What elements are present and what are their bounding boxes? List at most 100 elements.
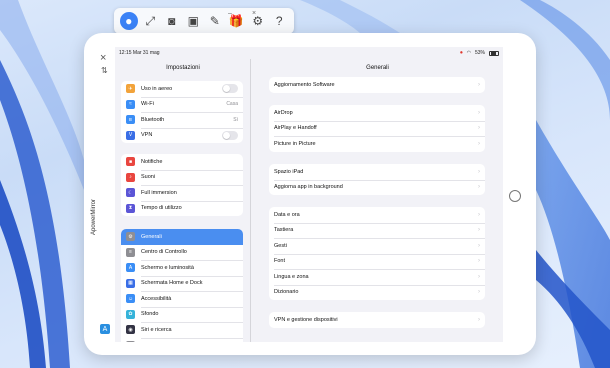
settings-row[interactable]: Gesti › xyxy=(269,238,485,254)
ipad-screen: 12:15 Mar 31 mag ⏺ ◠ 53% Impostazioni ✈ U… xyxy=(115,47,503,342)
chevron-right-icon: › xyxy=(478,211,480,218)
sidebar-item-icon: ✿ xyxy=(126,309,135,319)
sidebar-item[interactable]: ♪ Suoni xyxy=(121,169,243,186)
settings-row[interactable]: Picture in Picture › xyxy=(269,136,485,152)
settings-row[interactable]: Aggiorna app in background › xyxy=(269,179,485,196)
battery-percent: 53% xyxy=(474,50,485,56)
close-icon[interactable]: × xyxy=(100,52,106,64)
pen-icon[interactable]: ✎ xyxy=(206,12,224,30)
sidebar-item-label: Centro di Controllo xyxy=(141,249,187,256)
chevron-right-icon: › xyxy=(478,258,480,265)
settings-row[interactable]: AirPlay e Handoff › xyxy=(269,120,485,137)
chevron-right-icon: › xyxy=(478,227,480,234)
sidebar-group-notifications: ■ Notifiche ♪ Suoni ☾ Full immersion ⧗ Tempo di… xyxy=(121,154,243,216)
settings-row[interactable]: AirDrop › xyxy=(269,105,485,121)
detail-group-vpn: VPN e gestione dispositivi › xyxy=(269,312,485,328)
sidebar-item-label: Bluetooth xyxy=(141,116,165,123)
brand-logo-icon: A xyxy=(100,324,110,334)
sidebar-group-general: ⚙ Generali ≡ Centro di Controllo A Schermo e … xyxy=(121,229,243,342)
sidebar-group-connectivity: ✈ Uso in aereo ≈ Wi-Fi Casa ʙ Bluetooth Sì V VPN xyxy=(121,81,243,143)
settings-row-label: Aggiornamento Software xyxy=(274,81,335,88)
sidebar-item[interactable]: ☺ Accessibilità xyxy=(121,291,243,307)
sidebar-item[interactable]: ☾ Full immersion xyxy=(121,185,243,201)
detail-group-update: Aggiornamento Software › xyxy=(269,77,485,93)
settings-sidebar: Impostazioni ✈ Uso in aereo ≈ Wi-Fi Casa ʙ Blu… xyxy=(115,59,251,342)
detail-title: Generali xyxy=(366,65,389,71)
settings-row-label: Font xyxy=(274,258,286,265)
sidebar-item-label: Sfondo xyxy=(141,311,159,318)
settings-row-label: AirPlay e Handoff xyxy=(274,125,317,132)
settings-detail: Generali Aggiornamento Software › AirDrop… xyxy=(252,59,503,342)
wifi-icon: ◠ xyxy=(466,50,471,56)
chevron-right-icon: › xyxy=(478,125,480,132)
sidebar-item-icon: ◉ xyxy=(126,325,135,335)
settings-row[interactable]: Font › xyxy=(269,253,485,270)
chevron-right-icon: › xyxy=(478,273,480,280)
status-bar: 12:15 Mar 31 mag ⏺ ◠ 53% xyxy=(115,47,503,59)
home-button[interactable] xyxy=(509,190,521,202)
record-icon[interactable]: ▣ xyxy=(184,12,202,30)
sidebar-item[interactable]: ⚙ Generali xyxy=(121,229,243,245)
sidebar-item-value: Casa xyxy=(226,101,238,108)
sidebar-item[interactable]: ≈ Wi-Fi Casa xyxy=(121,96,243,113)
sidebar-item-icon: ■ xyxy=(126,157,135,167)
settings-row-label: Gesti xyxy=(274,242,287,249)
mirror-toolbar: – × ● ⤢ ◙ ▣ ✎ 🎁 ⚙ ? xyxy=(114,8,294,34)
sidebar-item-icon: ⚙ xyxy=(126,232,135,242)
settings-row[interactable]: Aggiornamento Software › xyxy=(269,77,485,93)
brand-label: ApowerMirror xyxy=(91,198,97,235)
chevron-right-icon: › xyxy=(478,140,480,147)
sidebar-item-label: Full immersion xyxy=(141,189,177,196)
sidebar-item[interactable]: ✈ Uso in aereo xyxy=(121,81,243,97)
recording-icon: ⏺ xyxy=(460,50,463,56)
settings-row-label: Lingua e zona xyxy=(274,273,309,280)
rotate-icon[interactable]: ⇅ xyxy=(101,66,108,75)
settings-row[interactable]: Tastiera › xyxy=(269,222,485,239)
sidebar-item-label: Wi-Fi xyxy=(141,101,154,108)
sidebar-item[interactable]: ▦ Schermata Home e Dock xyxy=(121,275,243,292)
chevron-right-icon: › xyxy=(478,316,480,323)
help-icon[interactable]: ? xyxy=(270,12,288,30)
sidebar-item-icon: ☾ xyxy=(126,188,135,198)
sidebar-item-icon: ⧗ xyxy=(126,203,135,213)
sidebar-item-icon: A xyxy=(126,263,135,273)
toggle-switch[interactable] xyxy=(222,84,238,94)
settings-row-label: Picture in Picture xyxy=(274,140,316,147)
user-icon[interactable]: ● xyxy=(119,12,138,30)
chevron-right-icon: › xyxy=(478,242,480,249)
settings-row[interactable]: Dizionario › xyxy=(269,284,485,301)
sidebar-item-label: Schermata Home e Dock xyxy=(141,280,203,287)
screenshot-icon[interactable]: ◙ xyxy=(163,12,181,30)
sidebar-item[interactable]: A Schermo e luminosità xyxy=(121,260,243,276)
detail-group-storage: Spazio iPad › Aggiorna app in background › xyxy=(269,164,485,195)
settings-row[interactable]: Lingua e zona › xyxy=(269,269,485,285)
close-control[interactable]: × xyxy=(252,10,256,17)
chevron-right-icon: › xyxy=(478,109,480,116)
detail-group-regional: Data e ora › Tastiera › Gesti › Font › Lingua e … xyxy=(269,207,485,300)
sidebar-item[interactable]: ◉ Siri e ricerca xyxy=(121,322,243,338)
sidebar-item-icon: ▦ xyxy=(126,278,135,288)
sidebar-item[interactable]: ■ Notifiche xyxy=(121,154,243,170)
sidebar-item[interactable]: ⧗ Tempo di utilizzo xyxy=(121,200,243,217)
settings-row-label: Spazio iPad xyxy=(274,168,304,175)
sidebar-item[interactable]: ʙ Bluetooth Sì xyxy=(121,112,243,128)
sidebar-item[interactable]: ≡ Centro di Controllo xyxy=(121,245,243,261)
sidebar-item-label: Generali xyxy=(141,233,162,240)
sidebar-item[interactable] xyxy=(121,337,243,342)
settings-row[interactable]: VPN e gestione dispositivi › xyxy=(269,312,485,328)
detail-group-airdrop: AirDrop › AirPlay e Handoff › Picture in Pic… xyxy=(269,105,485,152)
minimize-control[interactable]: – xyxy=(228,10,232,17)
sidebar-item[interactable]: ✿ Sfondo xyxy=(121,306,243,323)
sidebar-item-icon: V xyxy=(126,130,135,140)
sidebar-item-label: VPN xyxy=(141,132,153,139)
toggle-switch[interactable] xyxy=(222,130,238,140)
sidebar-item-icon: ☺ xyxy=(126,294,135,304)
sidebar-item[interactable]: V VPN xyxy=(121,127,243,144)
sidebar-item-label: Siri e ricerca xyxy=(141,326,172,333)
fullscreen-icon[interactable]: ⤢ xyxy=(141,12,159,30)
settings-row[interactable]: Spazio iPad › xyxy=(269,164,485,180)
settings-row-label: AirDrop xyxy=(274,109,293,116)
sidebar-item-icon xyxy=(126,340,135,342)
settings-row[interactable]: Data e ora › xyxy=(269,207,485,223)
chevron-right-icon: › xyxy=(478,289,480,296)
